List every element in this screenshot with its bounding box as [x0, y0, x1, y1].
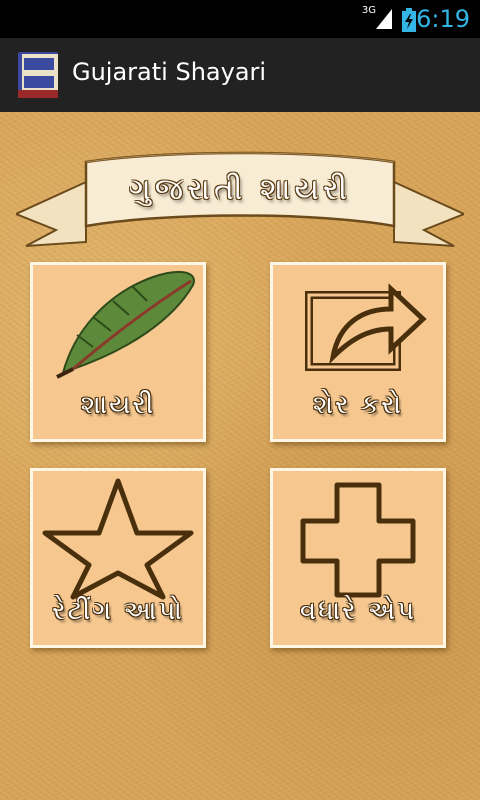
- app-title: Gujarati Shayari: [72, 58, 267, 86]
- star-icon: [42, 478, 194, 600]
- gujarati-shayari-book-icon[interactable]: [16, 50, 62, 100]
- rate-label: રેટીંગ આપો: [52, 596, 184, 626]
- plus-icon: [300, 482, 416, 598]
- shayari-button[interactable]: શાયરી: [30, 262, 206, 442]
- banner-title: ગુજરાતી શાયરી: [128, 172, 352, 207]
- status-bar: 3G 6:19: [0, 0, 480, 38]
- feather-pen-icon: [56, 270, 195, 379]
- battery-charging-icon: [402, 8, 416, 32]
- shayari-label: શાયરી: [80, 390, 156, 420]
- share-button[interactable]: શેર કરો: [270, 262, 446, 442]
- signal-icon: [376, 9, 392, 29]
- share-icon: [305, 283, 427, 371]
- clock: 6:19: [416, 5, 470, 33]
- share-label: શેર કરો: [312, 390, 404, 420]
- more-apps-label: વધારે એપ: [299, 596, 417, 626]
- network-type: 3G: [361, 5, 376, 16]
- more-apps-button[interactable]: વધારે એપ: [270, 468, 446, 648]
- rate-button[interactable]: રેટીંગ આપો: [30, 468, 206, 648]
- title-banner: ગુજરાતી શાયરી: [16, 142, 464, 262]
- main-content: ગુજરાતી શાયરી શાયરી શેર કરો રેટીંગ આપો વ…: [0, 112, 480, 800]
- action-bar: Gujarati Shayari: [0, 38, 480, 114]
